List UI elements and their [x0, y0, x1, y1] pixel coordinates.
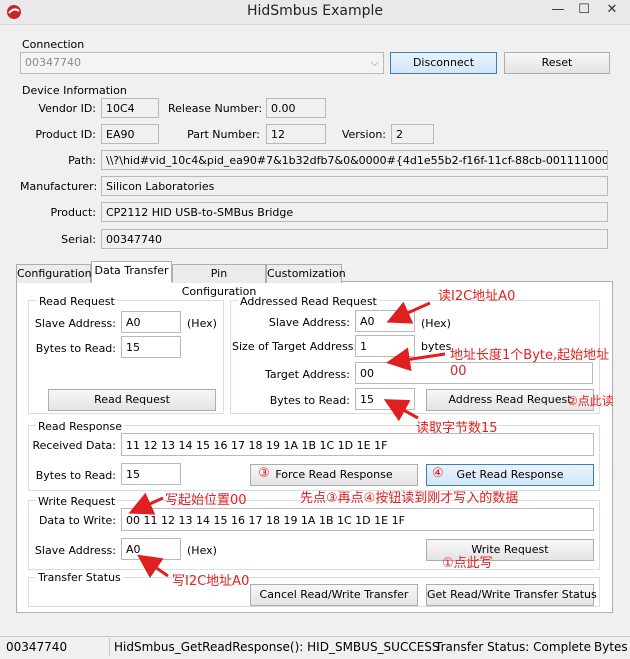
- device-select-value: 00347740: [25, 56, 81, 69]
- received-data-field[interactable]: 11 12 13 14 15 16 17 18 19 1A 1B 1C 1D 1…: [121, 433, 594, 456]
- product-field: CP2112 HID USB-to-SMBus Bridge: [101, 202, 608, 222]
- path-field: \\?\hid#vid_10c4&pid_ea90#7&1b32dfb7&0&0…: [101, 150, 608, 170]
- data-to-write-label: Data to Write:: [38, 514, 116, 527]
- part-number-label: Part Number:: [187, 128, 260, 141]
- tab-customization[interactable]: Customization: [266, 264, 346, 283]
- ar-bytes-input[interactable]: 15: [355, 388, 415, 410]
- status-device: 00347740: [6, 640, 68, 654]
- status-transfer: Transfer Status: Complete: [435, 640, 591, 654]
- ar-bytes-unit: bytes: [421, 340, 452, 353]
- annotation-write-start: 写起始位置00: [165, 493, 247, 508]
- annotation-step3: ③: [258, 466, 270, 481]
- disconnect-button[interactable]: Disconnect: [390, 52, 497, 74]
- version-field: 2: [391, 124, 434, 144]
- release-label: Release Number:: [168, 102, 263, 115]
- device-select[interactable]: 00347740 ⌵: [20, 52, 384, 74]
- part-number-field: 12: [266, 124, 326, 144]
- ar-target-input[interactable]: 00: [355, 362, 593, 384]
- transfer-status-label: Transfer Status: [36, 571, 123, 584]
- manufacturer-field: Silicon Laboratories: [101, 176, 608, 196]
- rr-bytes-input[interactable]: 15: [121, 336, 181, 358]
- ar-size-label: Size of Target Address:: [232, 340, 358, 353]
- vendor-id-field: 10C4: [101, 98, 159, 118]
- release-field: 0.00: [266, 98, 326, 118]
- status-message: HidSmbus_GetReadResponse(): HID_SMBUS_SU…: [114, 640, 440, 654]
- annotation-address-length: 地址长度1个Byte,起始地址: [450, 348, 610, 363]
- resp-bytes-label: Bytes to Read:: [35, 469, 116, 482]
- resp-bytes-input[interactable]: 15: [121, 463, 181, 485]
- annotation-step-instructions: 先点③再点④按钮读到刚才写入的数据: [300, 491, 519, 506]
- addressed-read-label: Addressed Read Request: [238, 295, 379, 308]
- received-data-label: Received Data:: [32, 439, 116, 452]
- annotation-read-i2c: 读I2C地址A0: [438, 289, 516, 304]
- rr-slave-label: Slave Address:: [34, 317, 116, 330]
- manufacturer-label: Manufacturer:: [20, 180, 98, 193]
- ar-slave-input[interactable]: A0: [355, 310, 415, 332]
- annotation-read-bytes: 读取字节数15: [416, 421, 498, 436]
- ar-target-label: Target Address:: [264, 368, 350, 381]
- annotation-address-start: 00: [450, 364, 467, 379]
- get-read-response-button[interactable]: Get Read Response: [426, 464, 594, 486]
- write-request-label: Write Request: [36, 495, 118, 508]
- product-id-field: EA90: [101, 124, 159, 144]
- ar-size-input[interactable]: 1: [355, 335, 415, 357]
- version-label: Version:: [341, 128, 386, 141]
- maximize-button[interactable]: ☐: [572, 0, 596, 22]
- tab-pin-configuration[interactable]: Pin Configuration: [172, 264, 266, 298]
- tab-data-transfer[interactable]: Data Transfer: [91, 261, 172, 282]
- vendor-id-label: Vendor ID:: [38, 102, 96, 115]
- data-to-write-input[interactable]: 00 11 12 13 14 15 16 17 18 19 1A 1B 1C 1…: [121, 508, 594, 531]
- status-divider: [109, 638, 110, 656]
- tab-configuration[interactable]: Configuration: [16, 264, 92, 283]
- annotation-write-i2c: 写I2C地址A0: [172, 574, 250, 589]
- rr-slave-input[interactable]: A0: [121, 311, 181, 333]
- read-request-label: Read Request: [37, 295, 117, 308]
- device-info-label: Device Information: [22, 84, 127, 97]
- status-bytes: Bytes: [594, 640, 628, 654]
- ar-bytes-label: Bytes to Read:: [269, 394, 350, 407]
- read-request-button[interactable]: Read Request: [48, 389, 216, 411]
- annotation-click-write: ①点此写: [442, 556, 493, 571]
- ar-slave-label: Slave Address:: [268, 316, 350, 329]
- read-response-label: Read Response: [36, 420, 124, 433]
- annotation-click-read: ②点此读: [567, 394, 614, 408]
- path-label: Path:: [68, 154, 96, 167]
- force-read-response-button[interactable]: Force Read Response: [250, 464, 418, 486]
- minimize-button[interactable]: —: [545, 0, 571, 22]
- chevron-down-icon: ⌵: [370, 56, 379, 69]
- connection-label: Connection: [22, 38, 85, 51]
- close-button[interactable]: ✕: [597, 0, 627, 22]
- wr-slave-input[interactable]: A0: [121, 538, 181, 560]
- product-label: Product:: [50, 206, 96, 219]
- ar-hex-label: (Hex): [421, 317, 451, 330]
- annotation-step4: ④: [432, 466, 444, 481]
- serial-field: 00347740: [101, 229, 608, 249]
- product-id-label: Product ID:: [35, 128, 96, 141]
- window-title: HidSmbus Example: [246, 3, 384, 19]
- rr-hex-label: (Hex): [187, 317, 217, 330]
- wr-slave-label: Slave Address:: [34, 544, 116, 557]
- wr-hex-label: (Hex): [187, 544, 217, 557]
- reset-button[interactable]: Reset: [504, 52, 610, 74]
- get-transfer-status-button[interactable]: Get Read/Write Transfer Status: [426, 584, 597, 606]
- serial-label: Serial:: [61, 233, 96, 246]
- rr-bytes-label: Bytes to Read:: [35, 342, 116, 355]
- cancel-transfer-button[interactable]: Cancel Read/Write Transfer: [250, 584, 418, 606]
